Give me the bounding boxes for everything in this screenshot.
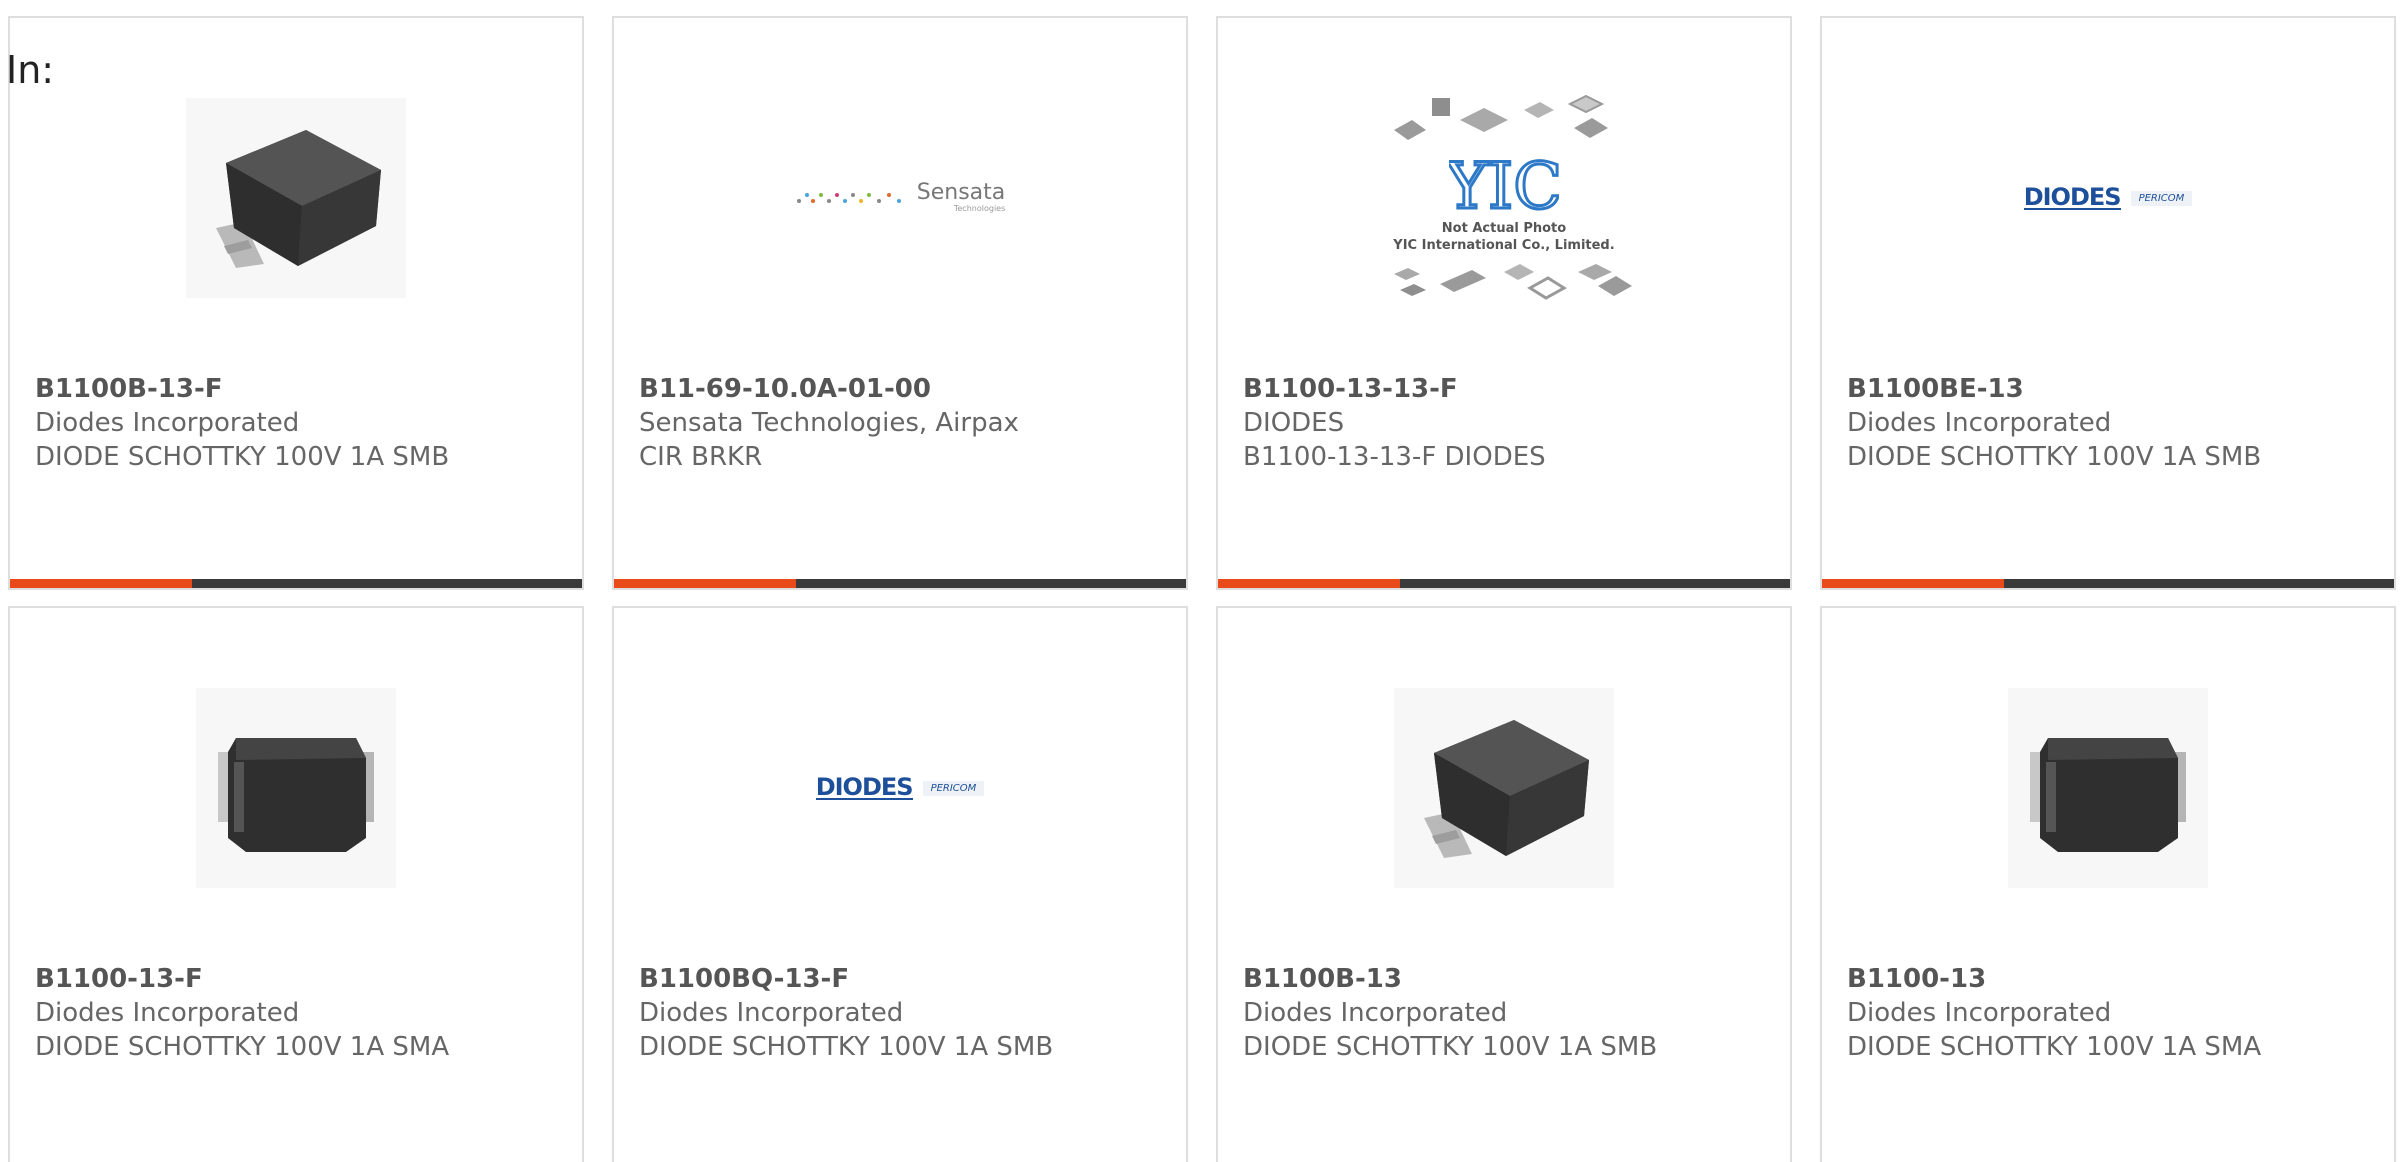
product-image: DIODES PERICOM: [770, 672, 1030, 904]
manufacturer: Diodes Incorporated: [35, 998, 300, 1028]
product-card[interactable]: Sensata Technologies B11-69-10.0A-01-00 …: [612, 16, 1188, 590]
card-bar: [1822, 579, 2394, 588]
part-number[interactable]: B11-69-10.0A-01-00: [639, 372, 1166, 406]
part-number[interactable]: B1100BQ-13-F: [639, 962, 1166, 996]
part-number[interactable]: B1100B-13-F: [35, 372, 562, 406]
description: DIODE SCHOTTKY 100V 1A SMB: [1243, 1032, 1658, 1062]
product-image: [1374, 672, 1634, 904]
smb-package-icon: [186, 98, 406, 298]
card-bar: [614, 579, 1186, 588]
logo-text: DIODES: [815, 773, 914, 801]
description: DIODE SCHOTTKY 100V 1A SMA: [1847, 1032, 2262, 1062]
manufacturer: Diodes Incorporated: [639, 998, 904, 1028]
logo-subtext: Technologies: [953, 204, 1006, 213]
card-text: B1100-13-F Diodes Incorporated DIODE SCH…: [35, 962, 562, 1064]
product-image: DIODES PERICOM: [1978, 82, 2238, 314]
card-bar: [1218, 579, 1790, 588]
part-number[interactable]: B1100-13-13-F: [1243, 372, 1770, 406]
product-card[interactable]: DIODES PERICOM B1100BQ-13-F Diodes Incor…: [612, 606, 1188, 1162]
card-text: B1100-13-13-F DIODES B1100-13-13-F DIODE…: [1243, 372, 1770, 474]
part-number[interactable]: B1100B-13: [1243, 962, 1770, 996]
description: DIODE SCHOTTKY 100V 1A SMB: [639, 1032, 1054, 1062]
product-image: [166, 82, 426, 314]
sma-package-icon: [196, 688, 396, 888]
diodes-pericom-logo: DIODES PERICOM: [815, 773, 985, 801]
manufacturer: Sensata Technologies, Airpax: [639, 408, 1019, 438]
manufacturer: Diodes Incorporated: [1847, 408, 2112, 438]
product-card[interactable]: YIC Not Actual Photo YIC International C…: [1216, 16, 1792, 590]
in-label: In:: [6, 48, 55, 92]
product-image: YIC Not Actual Photo YIC International C…: [1374, 82, 1634, 314]
smb-package-icon: [1394, 688, 1614, 888]
product-grid-page: In: B1100B-13-F Diodes Incorporated DIOD…: [0, 0, 2400, 1162]
manufacturer: Diodes Incorporated: [1243, 998, 1508, 1028]
placeholder-line1: Not Actual Photo: [1441, 221, 1567, 236]
part-number[interactable]: B1100-13: [1847, 962, 2374, 996]
description: CIR BRKR: [639, 442, 763, 472]
description: B1100-13-13-F DIODES: [1243, 442, 1546, 472]
description: DIODE SCHOTTKY 100V 1A SMB: [1847, 442, 2262, 472]
sensata-logo: Sensata Technologies: [795, 180, 1006, 214]
diodes-pericom-logo: DIODES PERICOM: [2023, 183, 2193, 211]
manufacturer: Diodes Incorporated: [35, 408, 300, 438]
chip-collage-icon: [1394, 94, 1608, 140]
description: DIODE SCHOTTKY 100V 1A SMB: [35, 442, 450, 472]
logo-subtext: PERICOM: [922, 780, 985, 796]
manufacturer: Diodes Incorporated: [1847, 998, 2112, 1028]
card-text: B1100B-13-F Diodes Incorporated DIODE SC…: [35, 372, 562, 474]
product-card[interactable]: B1100-13-F Diodes Incorporated DIODE SCH…: [8, 606, 584, 1162]
product-image: Sensata Technologies: [770, 82, 1030, 314]
logo-subtext: PERICOM: [2130, 190, 2193, 206]
placeholder-line2: YIC International Co., Limited.: [1393, 238, 1615, 253]
logo-text: Sensata: [916, 180, 1006, 205]
dots-icon: [796, 193, 901, 203]
part-number[interactable]: B1100-13-F: [35, 962, 562, 996]
card-bar: [10, 579, 582, 588]
yic-logo-icon: YIC: [1449, 150, 1559, 220]
product-card[interactable]: B1100-13 Diodes Incorporated DIODE SCHOT…: [1820, 606, 2396, 1162]
svg-text:YIC: YIC: [1449, 150, 1559, 220]
description: DIODE SCHOTTKY 100V 1A SMA: [35, 1032, 450, 1062]
card-text: B1100-13 Diodes Incorporated DIODE SCHOT…: [1847, 962, 2374, 1064]
product-card[interactable]: B1100B-13 Diodes Incorporated DIODE SCHO…: [1216, 606, 1792, 1162]
product-card[interactable]: DIODES PERICOM B1100BE-13 Diodes Incorpo…: [1820, 16, 2396, 590]
product-image: [1978, 672, 2238, 904]
part-number[interactable]: B1100BE-13: [1847, 372, 2374, 406]
product-card[interactable]: B1100B-13-F Diodes Incorporated DIODE SC…: [8, 16, 584, 590]
sma-package-icon: [2008, 688, 2208, 888]
card-text: B1100B-13 Diodes Incorporated DIODE SCHO…: [1243, 962, 1770, 1064]
logo-text: DIODES: [2023, 183, 2122, 211]
product-image: [166, 672, 426, 904]
manufacturer: DIODES: [1243, 408, 1345, 438]
card-text: B1100BE-13 Diodes Incorporated DIODE SCH…: [1847, 372, 2374, 474]
chip-collage-icon: [1394, 264, 1632, 300]
card-text: B11-69-10.0A-01-00 Sensata Technologies,…: [639, 372, 1166, 474]
card-text: B1100BQ-13-F Diodes Incorporated DIODE S…: [639, 962, 1166, 1064]
